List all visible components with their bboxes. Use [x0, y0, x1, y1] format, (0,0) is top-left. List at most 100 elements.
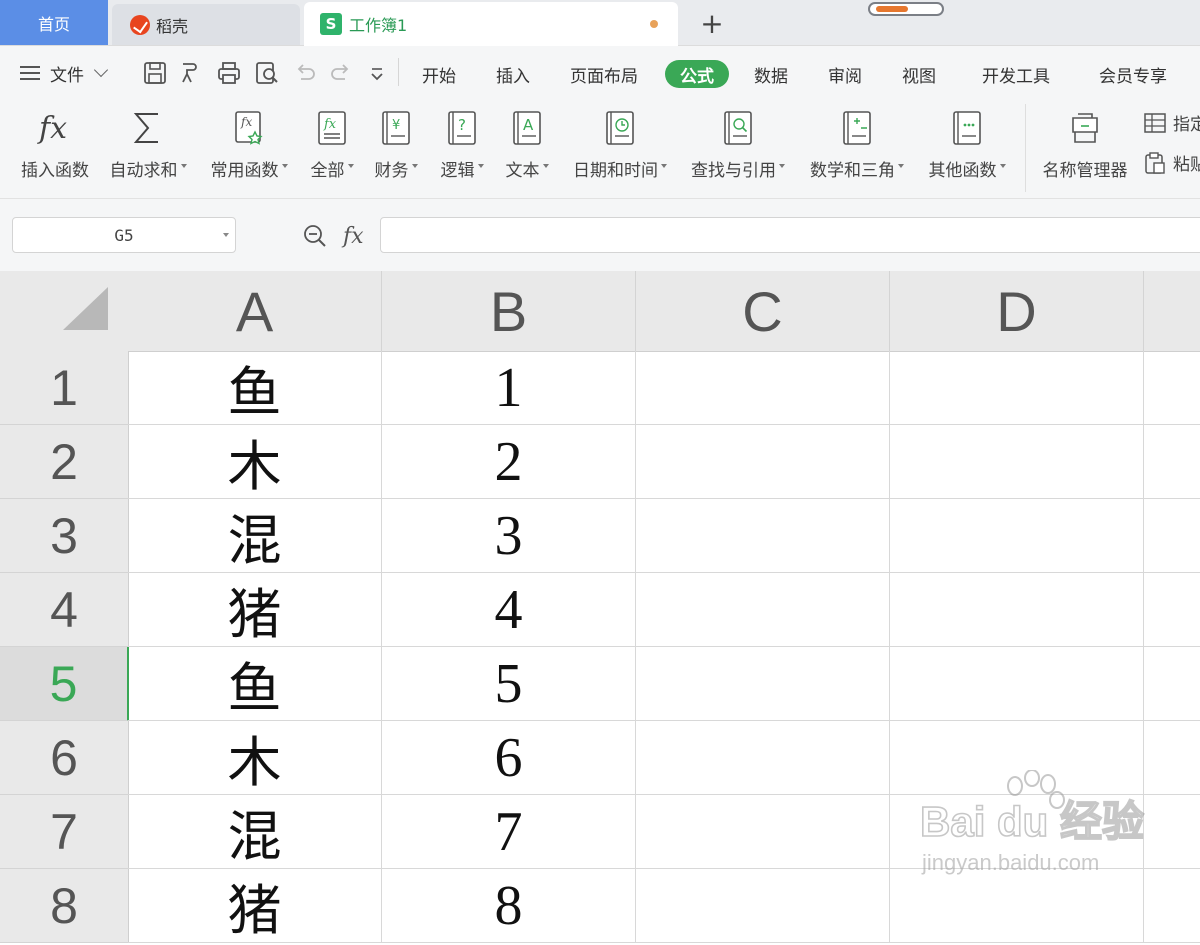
- other-functions-label: 其他函数: [928, 161, 997, 181]
- logic-button[interactable]: ? 逻辑: [436, 100, 488, 190]
- undo-icon[interactable]: [292, 60, 318, 86]
- table-cell[interactable]: [890, 573, 1144, 647]
- table-cell[interactable]: 鱼: [128, 647, 382, 721]
- table-cell[interactable]: [1144, 425, 1200, 499]
- column-header-partial[interactable]: [1144, 271, 1200, 352]
- all-functions-icon: fx: [312, 106, 352, 150]
- tab-daoke[interactable]: 稻壳: [112, 4, 300, 45]
- tab-page-layout[interactable]: 页面布局: [570, 60, 638, 88]
- other-functions-button[interactable]: 其他函数: [924, 100, 1010, 190]
- row-header-1[interactable]: 1: [0, 351, 129, 425]
- text-functions-button[interactable]: A 文本: [500, 100, 554, 190]
- table-cell[interactable]: 6: [382, 721, 636, 795]
- autosum-button[interactable]: 自动求和: [106, 100, 190, 190]
- table-cell[interactable]: [636, 647, 890, 721]
- tab-review[interactable]: 审阅: [828, 60, 862, 88]
- name-manager-button[interactable]: 名称管理器: [1038, 100, 1132, 190]
- window-drag-handle[interactable]: [868, 2, 944, 16]
- row-header-5[interactable]: 5: [0, 647, 129, 721]
- table-cell[interactable]: [890, 647, 1144, 721]
- row-header-6[interactable]: 6: [0, 721, 129, 795]
- table-cell[interactable]: [1144, 351, 1200, 425]
- table-cell[interactable]: [890, 425, 1144, 499]
- tab-view[interactable]: 视图: [902, 60, 936, 88]
- tab-formulas[interactable]: 公式: [665, 60, 729, 88]
- common-functions-button[interactable]: fx 常用函数: [206, 100, 292, 190]
- paste-button[interactable]: 粘贴: [1143, 150, 1200, 175]
- common-functions-label: 常用函数: [210, 161, 279, 181]
- save-icon[interactable]: [142, 60, 168, 86]
- specify-button[interactable]: 指定: [1143, 110, 1200, 135]
- row-header-2[interactable]: 2: [0, 425, 129, 499]
- table-cell[interactable]: 5: [382, 647, 636, 721]
- table-cell[interactable]: 1: [382, 351, 636, 425]
- table-cell[interactable]: 鱼: [128, 351, 382, 425]
- column-header-c[interactable]: C: [636, 271, 890, 352]
- table-cell[interactable]: [1144, 869, 1200, 943]
- customize-toolbar-icon[interactable]: [364, 60, 390, 86]
- table-cell[interactable]: [890, 869, 1144, 943]
- tab-developer[interactable]: 开发工具: [982, 60, 1050, 88]
- formula-bar: G5 fx: [0, 199, 1200, 271]
- table-cell[interactable]: [890, 351, 1144, 425]
- table-cell[interactable]: 8: [382, 869, 636, 943]
- table-cell[interactable]: [636, 351, 890, 425]
- table-cell[interactable]: 7: [382, 795, 636, 869]
- finance-button[interactable]: ¥ 财务: [370, 100, 422, 190]
- table-cell[interactable]: [636, 499, 890, 573]
- table-cell[interactable]: [1144, 499, 1200, 573]
- redo-icon[interactable]: [328, 60, 354, 86]
- select-all-corner[interactable]: [0, 271, 129, 352]
- table-cell[interactable]: [1144, 573, 1200, 647]
- table-cell[interactable]: 2: [382, 425, 636, 499]
- row-header-3[interactable]: 3: [0, 499, 129, 573]
- name-box-dropdown-icon[interactable]: [223, 233, 229, 237]
- table-cell[interactable]: [636, 573, 890, 647]
- table-cell[interactable]: 猪: [128, 869, 382, 943]
- table-cell[interactable]: 混: [128, 499, 382, 573]
- new-tab-button[interactable]: +: [698, 6, 726, 40]
- file-menu-button[interactable]: 文件: [20, 60, 109, 86]
- tab-data[interactable]: 数据: [754, 60, 788, 88]
- row-header-7[interactable]: 7: [0, 795, 129, 869]
- column-header-d[interactable]: D: [890, 271, 1144, 352]
- date-time-button[interactable]: 日期和时间: [568, 100, 672, 190]
- insert-function-button[interactable]: fx 插入函数: [18, 100, 92, 190]
- tab-home-ribbon[interactable]: 开始: [422, 60, 456, 88]
- formula-input[interactable]: [380, 217, 1200, 253]
- insert-function-fx-icon[interactable]: fx: [340, 219, 372, 251]
- row-header-4[interactable]: 4: [0, 573, 129, 647]
- table-cell[interactable]: 混: [128, 795, 382, 869]
- insert-function-label: 插入函数: [21, 161, 89, 181]
- table-cell[interactable]: 4: [382, 573, 636, 647]
- zoom-icon[interactable]: [302, 223, 328, 249]
- table-cell[interactable]: [636, 869, 890, 943]
- table-cell[interactable]: [636, 795, 890, 869]
- name-box-value: G5: [114, 225, 134, 245]
- table-cell[interactable]: 木: [128, 425, 382, 499]
- name-box[interactable]: G5: [12, 217, 236, 253]
- math-trig-button[interactable]: 数学和三角: [805, 100, 909, 190]
- table-cell[interactable]: 猪: [128, 573, 382, 647]
- table-cell[interactable]: [636, 425, 890, 499]
- logic-label: 逻辑: [440, 161, 475, 181]
- format-painter-icon[interactable]: [178, 60, 204, 86]
- all-functions-button[interactable]: fx 全部: [306, 100, 358, 190]
- table-cell[interactable]: 木: [128, 721, 382, 795]
- paste-icon: [1145, 151, 1165, 174]
- column-header-b[interactable]: B: [382, 271, 636, 352]
- table-cell[interactable]: [1144, 647, 1200, 721]
- print-icon[interactable]: [216, 60, 242, 86]
- tab-workbook[interactable]: S 工作簿1: [304, 2, 678, 46]
- tab-member[interactable]: 会员专享: [1099, 60, 1167, 88]
- column-header-a[interactable]: A: [128, 271, 382, 352]
- tab-home[interactable]: 首页: [0, 0, 108, 45]
- lookup-reference-button[interactable]: 查找与引用: [686, 100, 790, 190]
- print-preview-icon[interactable]: [254, 60, 280, 86]
- dropdown-caret-icon: [542, 163, 549, 168]
- table-cell[interactable]: [636, 721, 890, 795]
- table-cell[interactable]: [890, 499, 1144, 573]
- table-cell[interactable]: 3: [382, 499, 636, 573]
- row-header-8[interactable]: 8: [0, 869, 129, 943]
- tab-insert[interactable]: 插入: [496, 60, 530, 88]
